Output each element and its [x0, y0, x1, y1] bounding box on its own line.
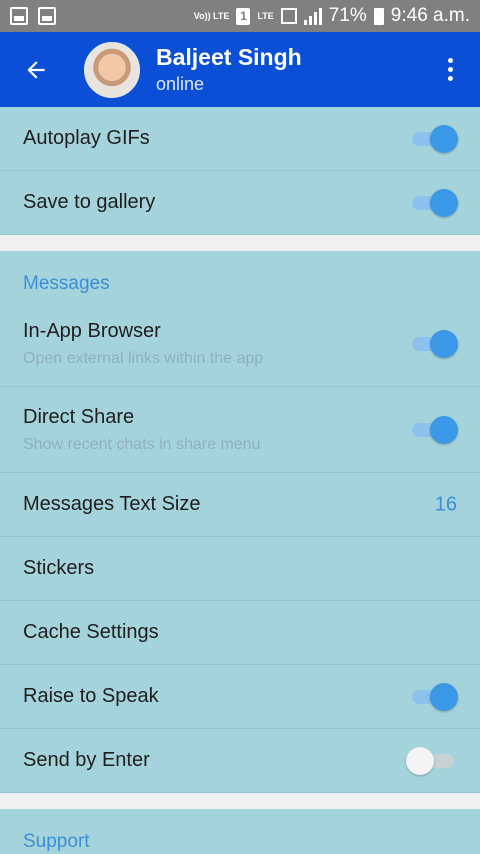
save-to-gallery-row[interactable]: Save to gallery [0, 171, 480, 235]
direct-share-toggle[interactable] [406, 415, 458, 445]
autoplay-gifs-row[interactable]: Autoplay GIFs [0, 107, 480, 171]
back-arrow-icon [27, 60, 45, 79]
messages-section-header: Messages [23, 273, 110, 294]
messages-text-size-title: Messages Text Size [23, 493, 201, 515]
settings-list: Autoplay GIFs Save to gallery Messages I… [0, 107, 480, 853]
cache-settings-row[interactable]: Cache Settings [0, 601, 480, 665]
raise-to-speak-row[interactable]: Raise to Speak [0, 665, 480, 729]
sim-icon: 1 [236, 7, 251, 25]
volte-icon: Vo)) LTE [193, 10, 230, 21]
send-by-enter-row[interactable]: Send by Enter [0, 729, 480, 793]
app-bar: Baljeet Singh online [0, 32, 480, 107]
direct-share-row[interactable]: Direct Share Show recent chats in share … [0, 387, 480, 473]
stickers-row[interactable]: Stickers [0, 537, 480, 601]
signal-icon [303, 7, 322, 25]
back-button[interactable] [0, 32, 72, 107]
section-divider [0, 235, 480, 251]
section-divider [0, 793, 480, 809]
messages-text-size-value: 16 [434, 493, 457, 515]
battery-icon [373, 7, 384, 25]
raise-to-speak-toggle[interactable] [406, 682, 458, 712]
gallery-notification-icon [38, 7, 56, 25]
support-section-header: Support [23, 831, 90, 852]
autoplay-gifs-toggle[interactable] [406, 124, 458, 154]
send-by-enter-toggle[interactable] [406, 746, 458, 776]
contact-name: Baljeet Singh [156, 44, 302, 70]
contact-avatar[interactable] [84, 41, 140, 98]
stickers-title: Stickers [23, 557, 95, 579]
cache-settings-title: Cache Settings [23, 621, 159, 643]
messages-text-size-row[interactable]: Messages Text Size 16 [0, 473, 480, 537]
battery-percent: 71% [328, 5, 367, 26]
overflow-menu-button[interactable] [420, 32, 480, 107]
in-app-browser-toggle[interactable] [406, 329, 458, 359]
contact-status: online [156, 74, 205, 94]
clock: 9:46 a.m. [390, 5, 470, 26]
screenshot-notification-icon [10, 7, 28, 25]
status-bar: Vo)) LTE 1 LTE 71% 9:46 a.m. [0, 0, 480, 32]
in-app-browser-row[interactable]: In-App Browser Open external links withi… [0, 301, 480, 387]
lte-icon: LTE [257, 10, 274, 21]
data-icon [280, 8, 297, 24]
contact-info[interactable]: Baljeet Singh online [156, 44, 302, 95]
save-to-gallery-toggle[interactable] [406, 188, 458, 218]
